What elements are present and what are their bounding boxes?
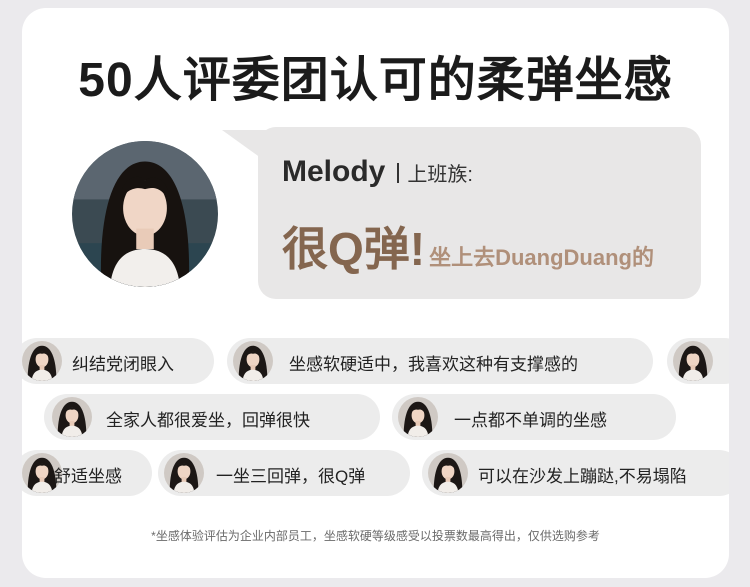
reviewer-avatar [164, 453, 204, 493]
review-pill: 一坐三回弹，很Q弹 [158, 450, 410, 496]
review-text: 一坐三回弹，很Q弹 [216, 467, 366, 486]
review-pill: 可以在沙发上蹦跶,不易塌陷 [422, 450, 729, 496]
reviewer-name: Melody [282, 155, 386, 188]
review-pill: 舒适坐感 [22, 450, 152, 496]
review-card: 50人评委团认可的柔弹坐感 Melody 上班族: 很Q弹! 坐上去DuangDua… [22, 8, 729, 578]
review-pill: 一点都不单调的坐感 [392, 394, 676, 440]
page-title: 50人评委团认可的柔弹坐感 [78, 54, 673, 107]
quote-line: 很Q弹! 坐上去DuangDuang的 [282, 213, 654, 279]
reviewer-line: Melody 上班族: [282, 155, 473, 189]
reviewer-avatar [233, 341, 273, 381]
review-pill: 纠结党闭眼入 [22, 338, 214, 384]
review-pill [667, 338, 729, 384]
review-pill: 坐感软硬适中，我喜欢这种有支撑感的 [227, 338, 653, 384]
reviewer-avatar [22, 341, 62, 381]
reviewer-role: 上班族: [407, 164, 473, 186]
footnote: *坐感体验评估为企业内部员工，坐感软硬等级感受以投票数最高得出，仅供选购参考 [151, 529, 600, 543]
review-text: 坐感软硬适中，我喜欢这种有支撑感的 [289, 355, 578, 374]
reviewer-avatar [673, 341, 713, 381]
reviewer-avatar [398, 397, 438, 437]
reviewer-avatar [428, 453, 468, 493]
featured-avatar [72, 141, 218, 287]
quote-main: 很Q弹! [282, 223, 426, 275]
review-text: 可以在沙发上蹦跶,不易塌陷 [478, 467, 687, 486]
review-text: 一点都不单调的坐感 [454, 411, 607, 430]
review-text: 全家人都很爱坐，回弹很快 [106, 411, 310, 430]
review-pill: 全家人都很爱坐，回弹很快 [44, 394, 380, 440]
review-text: 舒适坐感 [54, 467, 122, 486]
separator [397, 163, 400, 183]
reviewer-avatar [52, 397, 92, 437]
featured-quote-bubble: Melody 上班族: 很Q弹! 坐上去DuangDuang的 [258, 127, 701, 299]
quote-sub: 坐上去DuangDuang的 [429, 245, 654, 270]
review-text: 纠结党闭眼入 [72, 355, 174, 374]
